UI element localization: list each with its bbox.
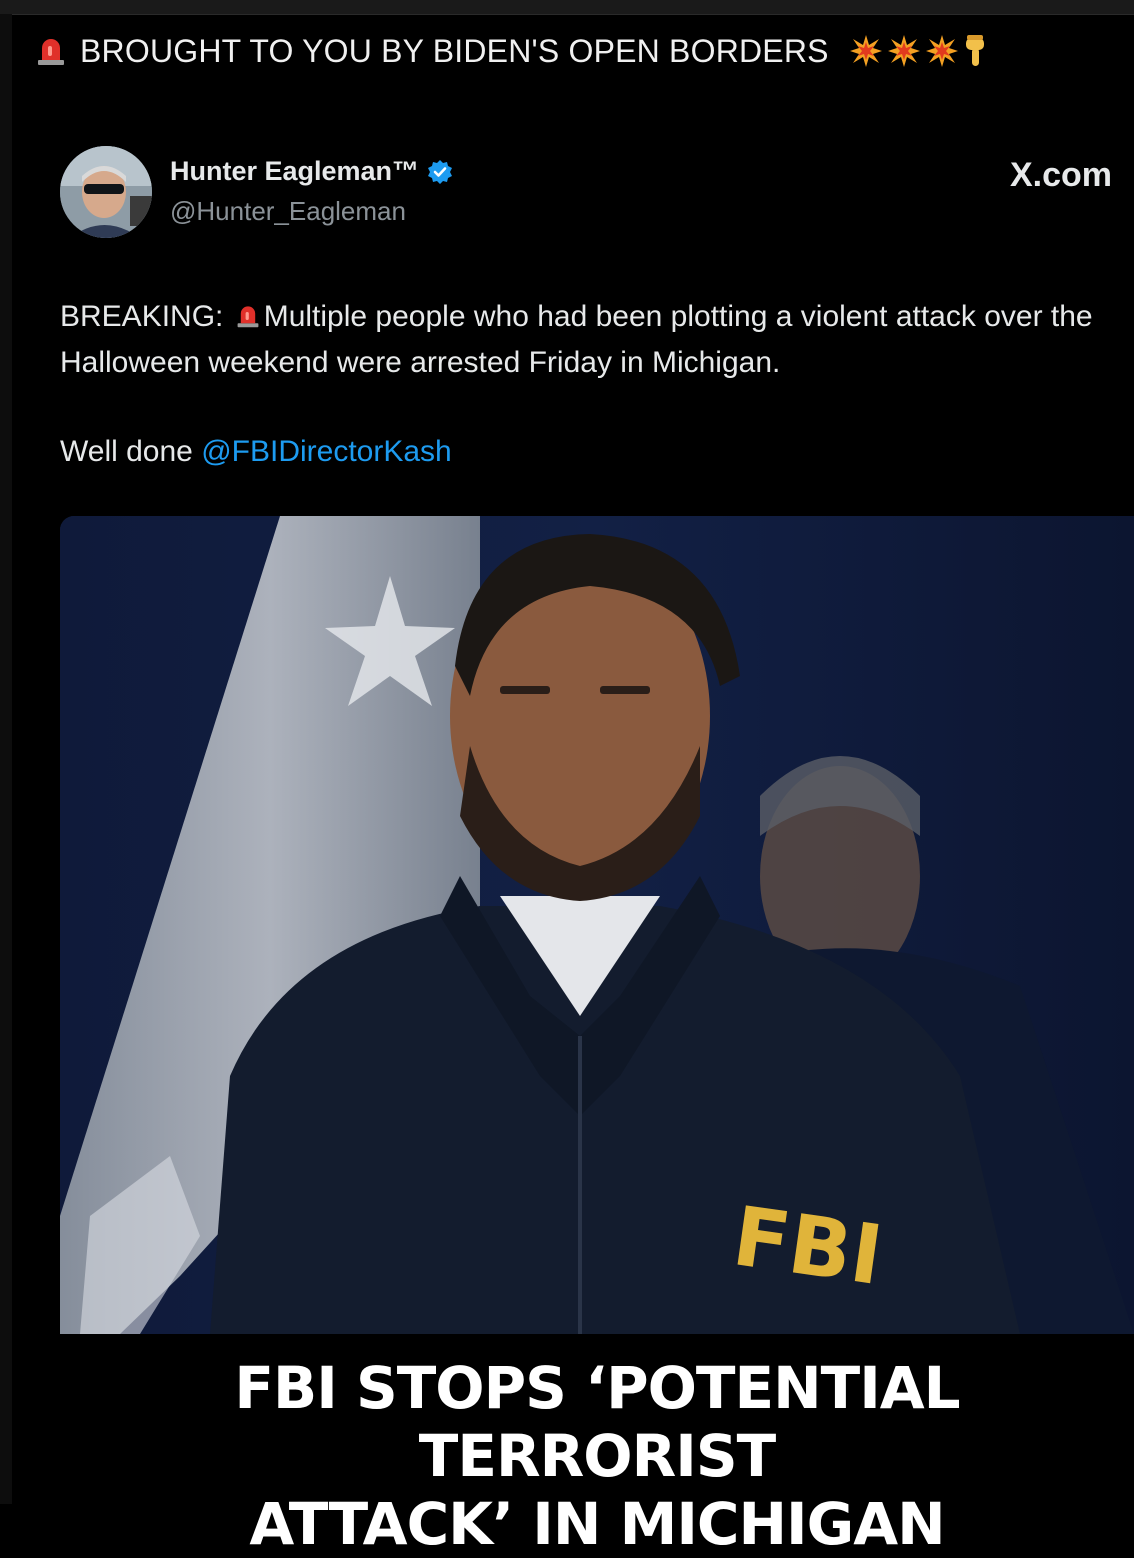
caption-text: BROUGHT TO YOU BY BIDEN'S OPEN BORDERS xyxy=(80,32,829,69)
siren-icon xyxy=(38,39,64,65)
explosion-icon xyxy=(925,35,958,67)
avatar-photo xyxy=(60,146,152,238)
window-left-border xyxy=(0,14,12,1504)
post-body: BREAKING: Multiple people who had been p… xyxy=(60,294,1110,386)
author-name-row: Hunter Eagleman™ xyxy=(170,156,453,187)
verified-badge-icon xyxy=(428,159,453,184)
well-done-text: Well done xyxy=(60,435,193,468)
explosion-icon xyxy=(849,35,882,67)
media-headline: FBI STOPS ‘POTENTIAL TERRORIST ATTACK’ I… xyxy=(60,1334,1134,1558)
headline-line-2: ATTACK’ IN MICHIGAN xyxy=(249,1490,945,1558)
breaking-label: BREAKING: xyxy=(60,300,224,333)
mention-link[interactable]: @FBIDirectorKash xyxy=(201,435,452,468)
window-top-border xyxy=(0,0,1134,15)
post-image[interactable]: FBI xyxy=(60,516,1134,1334)
explosion-icon xyxy=(887,35,920,67)
point-down-icon xyxy=(965,35,984,66)
source-label: X.com xyxy=(1009,156,1112,194)
author-avatar[interactable] xyxy=(60,146,152,238)
headline-line-1: FBI STOPS ‘POTENTIAL TERRORIST xyxy=(234,1354,960,1490)
author-name[interactable]: Hunter Eagleman™ xyxy=(170,156,419,187)
photo-scene: FBI xyxy=(60,516,1134,1334)
post-followup: Well done @FBIDirectorKash xyxy=(60,430,452,474)
author-handle[interactable]: @Hunter_Eagleman xyxy=(170,196,406,227)
caption-emojis xyxy=(849,34,989,68)
caption-banner: BROUGHT TO YOU BY BIDEN'S OPEN BORDERS xyxy=(36,30,989,72)
siren-icon xyxy=(237,306,259,328)
